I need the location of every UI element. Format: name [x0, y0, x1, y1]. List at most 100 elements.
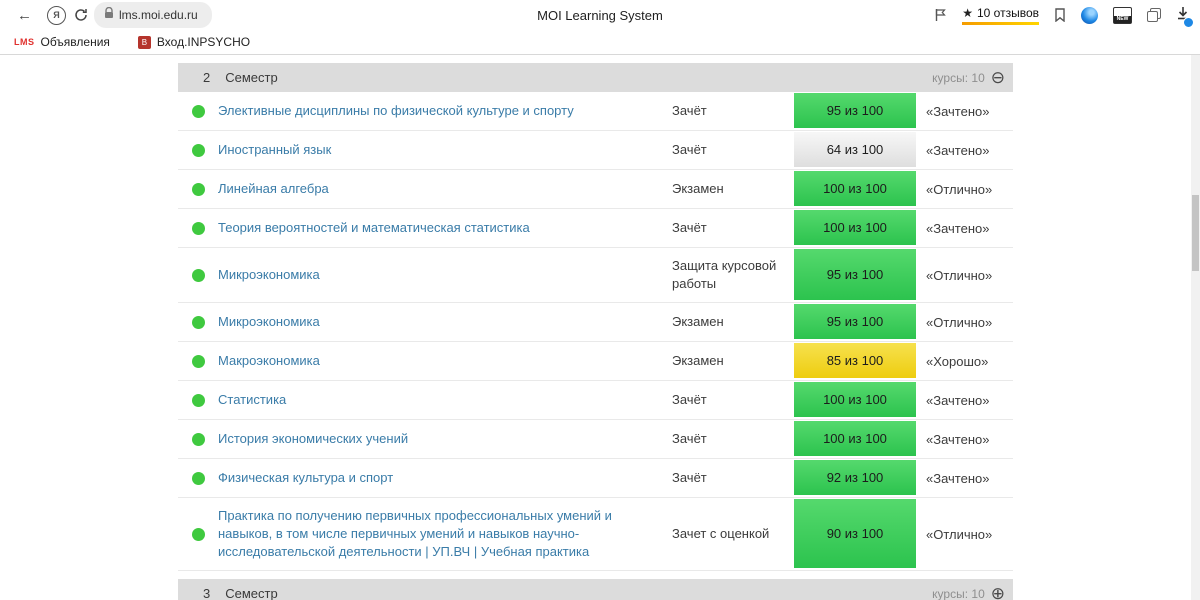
course-status-dot — [191, 393, 205, 407]
score-cell: 95 из 100 — [792, 92, 918, 130]
toolbar-right-cluster: ★ 10 отзывов NEW — [934, 5, 1194, 28]
collapse-semester-icon[interactable]: ⊖ — [991, 69, 1005, 86]
semester-label: Семестр — [225, 586, 278, 600]
status-cell — [178, 420, 218, 458]
browser-extension-logo-icon[interactable] — [1081, 6, 1098, 24]
assessment-type: Зачёт — [672, 392, 707, 407]
assessment-type: Зачёт — [672, 470, 707, 485]
course-status-dot — [191, 432, 205, 446]
bookmark-announcements[interactable]: LMS Объявления — [14, 35, 110, 49]
course-status-dot — [191, 354, 205, 368]
grade-text: «Отлично» — [926, 526, 993, 542]
score-cell: 92 из 100 — [792, 459, 918, 497]
score-cell: 95 из 100 — [792, 248, 918, 302]
score-badge: 95 из 100 — [792, 303, 918, 341]
grade-text: «Отлично» — [926, 314, 993, 330]
new-badge-label: NEW — [1114, 15, 1131, 23]
semester-course-count: курсы: 10 ⊖ — [932, 69, 1005, 86]
course-status-dot — [191, 268, 205, 282]
assessment-type: Экзамен — [672, 181, 724, 196]
grade-text: «Отлично» — [926, 181, 993, 197]
course-link[interactable]: Макроэкономика — [218, 342, 672, 380]
grade-text: «Зачтено» — [926, 142, 990, 158]
expand-semester-icon[interactable]: ⊕ — [991, 585, 1005, 600]
bookmarks-bar: LMS Объявления В Вход.INPSYCHO — [0, 30, 1200, 55]
score-badge: 100 из 100 — [792, 420, 918, 458]
score-cell: 100 из 100 — [792, 381, 918, 419]
url-text: lms.moi.edu.ru — [119, 8, 198, 22]
grade-text: «Зачтено» — [926, 431, 990, 447]
score-badge: 95 из 100 — [792, 248, 918, 302]
course-link[interactable]: Иностранный язык — [218, 131, 672, 169]
course-link[interactable]: Микроэкономика — [218, 248, 672, 302]
browser-chrome: ← Я lms.moi.edu.ru MOI Learning System ★… — [0, 0, 1200, 55]
semester-number: 2 — [203, 70, 211, 85]
course-link[interactable]: Практика по получению первичных професси… — [218, 498, 672, 570]
score-badge: 85 из 100 — [792, 342, 918, 380]
vertical-scrollbar[interactable] — [1191, 55, 1200, 600]
assessment-type: Экзамен — [672, 353, 724, 368]
course-row: Микроэкономика Экзамен 95 из 100 «Отличн… — [178, 303, 1013, 342]
score-badge: 100 из 100 — [792, 381, 918, 419]
new-episodes-icon[interactable]: NEW — [1113, 6, 1132, 24]
course-row: Элективные дисциплины по физической куль… — [178, 92, 1013, 131]
course-row: Практика по получению первичных професси… — [178, 498, 1013, 571]
course-link[interactable]: Линейная алгебра — [218, 170, 672, 208]
semester-number: 3 — [203, 586, 211, 600]
site-reviews-widget[interactable]: ★ 10 отзывов — [962, 5, 1039, 25]
score-badge: 64 из 100 — [792, 131, 918, 169]
bookmark-icon[interactable] — [1054, 8, 1066, 22]
course-status-dot — [191, 221, 205, 235]
course-row: История экономических учений Зачёт 100 и… — [178, 420, 1013, 459]
downloads-button[interactable] — [1176, 6, 1194, 28]
status-cell — [178, 381, 218, 419]
grade-text: «Зачтено» — [926, 470, 990, 486]
refresh-button[interactable] — [74, 8, 88, 22]
course-status-dot — [191, 527, 205, 541]
download-notification-badge — [1183, 16, 1194, 28]
course-row: Статистика Зачёт 100 из 100 «Зачтено» — [178, 381, 1013, 420]
status-cell — [178, 248, 218, 302]
course-link[interactable]: Физическая культура и спорт — [218, 459, 672, 497]
score-cell: 85 из 100 — [792, 342, 918, 380]
address-bar[interactable]: lms.moi.edu.ru — [94, 2, 212, 28]
bookmark-inpsycho[interactable]: В Вход.INPSYCHO — [137, 35, 250, 49]
score-cell: 90 из 100 — [792, 498, 918, 570]
score-badge: 90 из 100 — [792, 498, 918, 570]
bookmark-label: Объявления — [40, 35, 110, 49]
course-status-dot — [191, 143, 205, 157]
course-link[interactable]: История экономических учений — [218, 420, 672, 458]
semester-3-header: 3 Семестр курсы: 10 ⊕ — [178, 579, 1013, 600]
grade-text: «Зачтено» — [926, 392, 990, 408]
status-cell — [178, 131, 218, 169]
scrollbar-thumb[interactable] — [1192, 195, 1199, 271]
score-badge: 100 из 100 — [792, 209, 918, 247]
score-cell: 100 из 100 — [792, 170, 918, 208]
course-row: Теория вероятностей и математическая ста… — [178, 209, 1013, 248]
inpsycho-favicon: В — [137, 35, 151, 49]
course-link[interactable]: Микроэкономика — [218, 303, 672, 341]
browser-toolbar: ← Я lms.moi.edu.ru MOI Learning System ★… — [0, 0, 1200, 30]
page-title: MOI Learning System — [537, 7, 663, 23]
course-row: Линейная алгебра Экзамен 100 из 100 «Отл… — [178, 170, 1013, 209]
reviews-count-label: 10 отзывов — [976, 5, 1039, 20]
flag-icon[interactable] — [934, 8, 947, 22]
assessment-type: Зачёт — [672, 431, 707, 446]
score-badge: 95 из 100 — [792, 92, 918, 130]
course-status-dot — [191, 104, 205, 118]
assessment-type: Зачёт — [672, 220, 707, 235]
back-button[interactable]: ← — [10, 6, 39, 25]
status-cell — [178, 498, 218, 570]
course-link[interactable]: Теория вероятностей и математическая ста… — [218, 209, 672, 247]
course-link[interactable]: Элективные дисциплины по физической куль… — [218, 92, 672, 130]
status-cell — [178, 303, 218, 341]
grade-text: «Зачтено» — [926, 220, 990, 236]
score-cell: 95 из 100 — [792, 303, 918, 341]
course-link[interactable]: Статистика — [218, 381, 672, 419]
grades-table: 2 Семестр курсы: 10 ⊖ Элективные дисципл… — [178, 63, 1013, 600]
collections-icon[interactable] — [1147, 8, 1161, 22]
yandex-browser-icon[interactable]: Я — [47, 5, 66, 25]
courses-count-label: курсы: 10 — [932, 70, 985, 85]
assessment-type: Экзамен — [672, 314, 724, 329]
status-cell — [178, 209, 218, 247]
